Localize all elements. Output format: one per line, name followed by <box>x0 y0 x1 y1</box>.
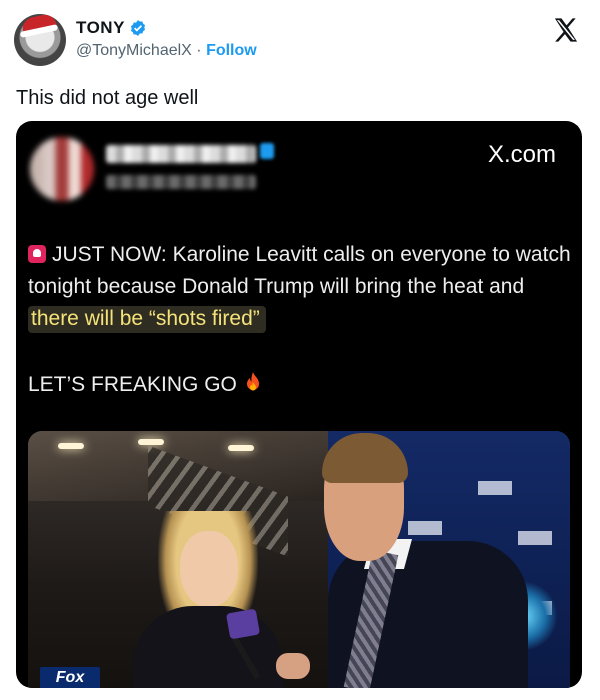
video-woman-body <box>133 606 283 688</box>
user-avatar[interactable] <box>14 14 66 66</box>
embedded-name-blurred <box>106 145 256 163</box>
follow-button[interactable]: Follow <box>206 42 257 59</box>
embedded-text: JUST NOW: Karoline Leavitt calls on ever… <box>28 239 576 335</box>
tweet-header: TONY @TonyMichaelX · Follow <box>14 14 586 70</box>
video-hand <box>276 653 310 679</box>
video-light <box>228 445 254 451</box>
video-network-logo: Fox <box>40 667 100 688</box>
tweet-text: This did not age well <box>16 87 199 109</box>
video-microphone <box>225 608 261 640</box>
video-light <box>138 439 164 445</box>
user-handle[interactable]: @TonyMichaelX <box>76 42 192 59</box>
embedded-video[interactable]: Fox <box>28 431 570 688</box>
backdrop-logo <box>518 531 552 545</box>
user-info: TONY @TonyMichaelX · Follow <box>76 18 257 60</box>
handle-row: @TonyMichaelX · Follow <box>76 42 257 60</box>
video-light <box>58 443 84 449</box>
embedded-text-main: JUST NOW: Karoline Leavitt calls on ever… <box>28 243 571 298</box>
embedded-post[interactable]: X.com JUST NOW: Karoline Leavitt calls o… <box>16 121 582 688</box>
embedded-verified-blurred <box>260 143 274 159</box>
backdrop-logo <box>408 521 442 535</box>
embedded-avatar-blurred <box>30 137 94 201</box>
x-logo-icon[interactable] <box>552 16 580 44</box>
embedded-handle-blurred <box>106 175 256 189</box>
video-woman-face <box>180 531 238 607</box>
embedded-exclaim-row: LET’S FREAKING GO <box>28 371 263 397</box>
embedded-exclaim: LET’S FREAKING GO <box>28 373 237 396</box>
tweet-card: TONY @TonyMichaelX · Follow This did not… <box>0 0 600 700</box>
verified-badge-icon <box>130 20 145 36</box>
display-name[interactable]: TONY <box>76 18 125 38</box>
highlighted-quote: there will be “shots fired” <box>28 306 266 333</box>
separator: · <box>191 42 207 59</box>
backdrop-logo <box>478 481 512 495</box>
rotating-light-icon <box>28 245 46 263</box>
embedded-domain: X.com <box>487 141 556 168</box>
fire-icon <box>246 372 259 391</box>
